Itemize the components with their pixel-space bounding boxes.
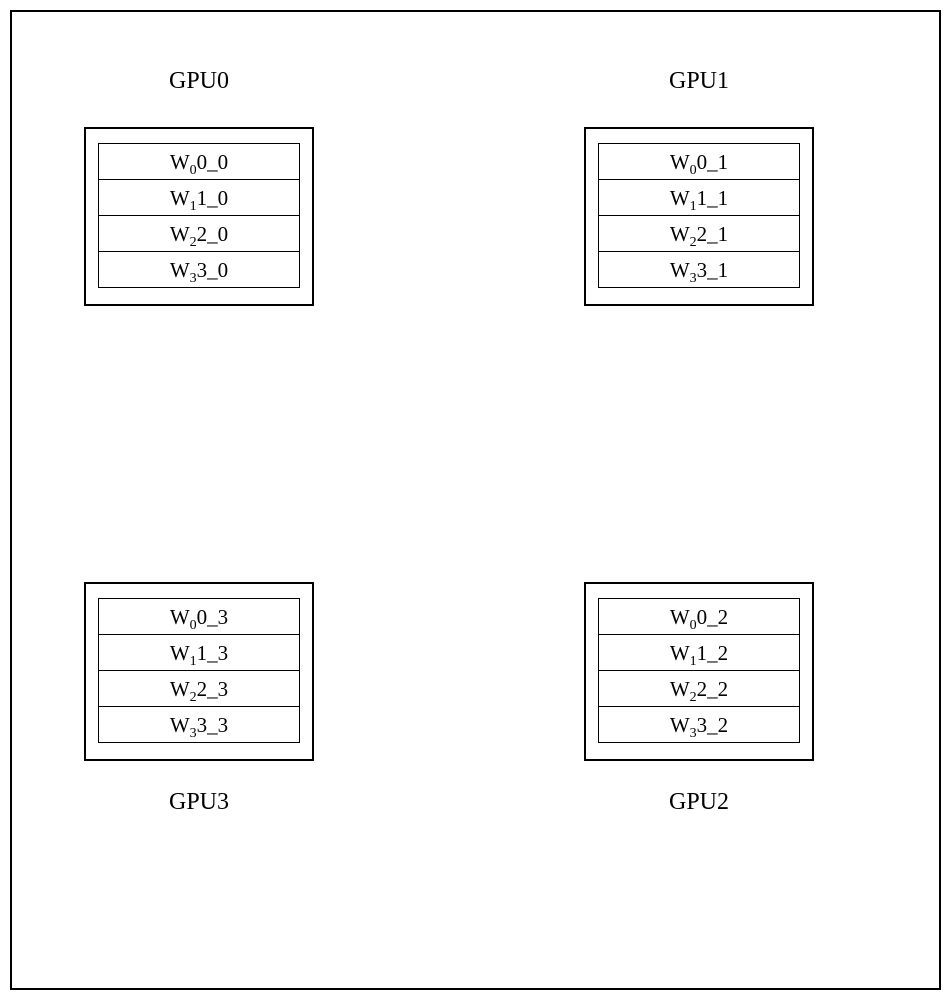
gpu2-box: W00_2 W11_2 W22_2 W33_2 — [584, 582, 814, 761]
gpu0-block: GPU0 W00_0 W11_0 W22_0 W33_0 — [84, 68, 314, 306]
gpu1-cell-2: W22_1 — [598, 215, 800, 251]
gpu0-box: W00_0 W11_0 W22_0 W33_0 — [84, 127, 314, 306]
gpu2-cell-3: W33_2 — [598, 706, 800, 743]
gpu3-cell-1: W11_3 — [98, 634, 300, 670]
gpu3-box: W00_3 W11_3 W22_3 W33_3 — [84, 582, 314, 761]
gpu0-cell-1: W11_0 — [98, 179, 300, 215]
gpu3-label: GPU3 — [84, 789, 314, 816]
gpu3-cell-0: W00_3 — [98, 598, 300, 634]
gpu1-box: W00_1 W11_1 W22_1 W33_1 — [584, 127, 814, 306]
gpu1-cell-1: W11_1 — [598, 179, 800, 215]
gpu0-label: GPU0 — [84, 68, 314, 95]
gpu0-cell-0: W00_0 — [98, 143, 300, 179]
gpu2-cell-1: W11_2 — [598, 634, 800, 670]
outer-frame: GPU0 W00_0 W11_0 W22_0 W33_0 GPU1 W00_1 … — [10, 10, 941, 990]
gpu2-cell-2: W22_2 — [598, 670, 800, 706]
gpu3-block: W00_3 W11_3 W22_3 W33_3 GPU3 — [84, 582, 314, 816]
gpu1-label: GPU1 — [584, 68, 814, 95]
gpu3-cell-3: W33_3 — [98, 706, 300, 743]
gpu0-cell-3: W33_0 — [98, 251, 300, 288]
gpu0-cell-2: W22_0 — [98, 215, 300, 251]
gpu2-label: GPU2 — [584, 789, 814, 816]
gpu1-cell-3: W33_1 — [598, 251, 800, 288]
gpu3-cell-2: W22_3 — [98, 670, 300, 706]
gpu1-cell-0: W00_1 — [598, 143, 800, 179]
gpu2-cell-0: W00_2 — [598, 598, 800, 634]
gpu1-block: GPU1 W00_1 W11_1 W22_1 W33_1 — [584, 68, 814, 306]
gpu2-block: W00_2 W11_2 W22_2 W33_2 GPU2 — [584, 582, 814, 816]
